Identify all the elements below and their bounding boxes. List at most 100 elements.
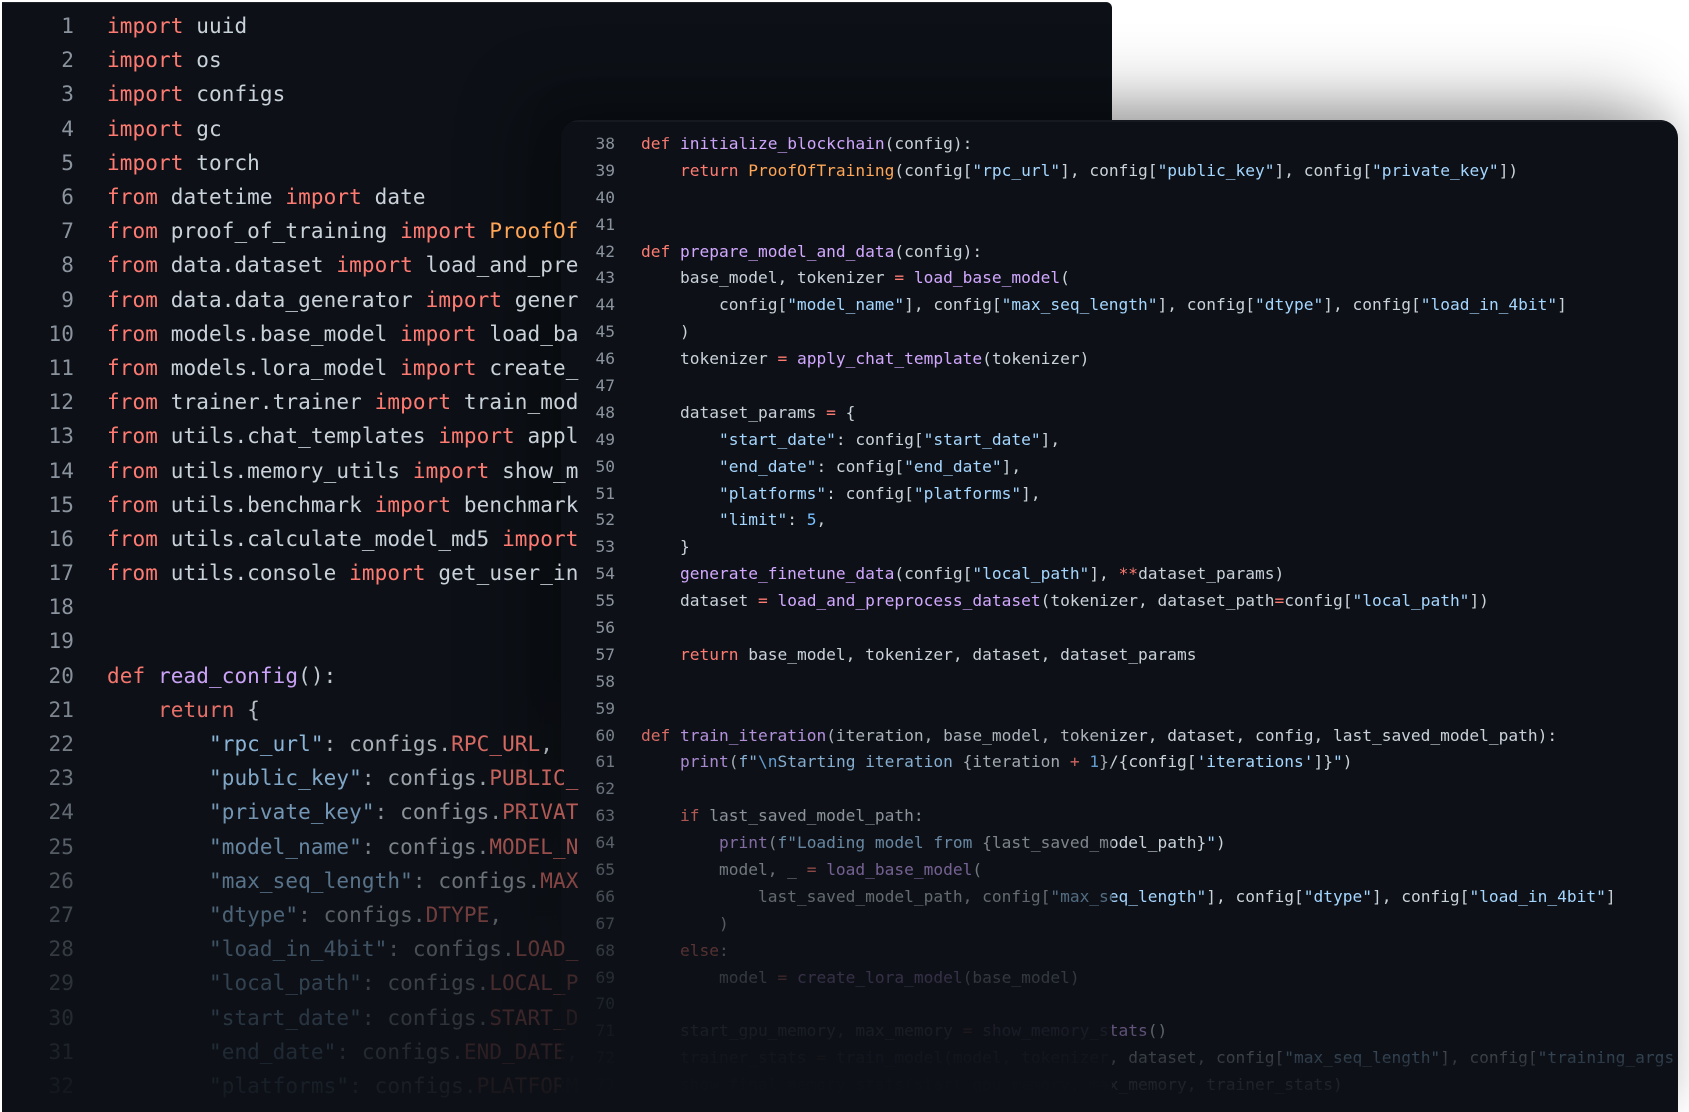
back-editor-code-token: utils.calculate_model_md5	[157, 526, 503, 551]
front-editor-code-token: "max_seq_length"	[1001, 295, 1158, 315]
front-editor-code-token: dataset	[641, 591, 758, 611]
front-editor-code-token: "dtype"	[1303, 886, 1372, 906]
back-editor-line-number: 15	[48, 492, 74, 517]
front-editor-line-number: 45	[595, 322, 616, 342]
front-editor-code-token: else	[679, 940, 719, 960]
front-editor-code-token: generate_finetune_data	[679, 564, 895, 584]
front-editor-code-text: }	[641, 537, 1678, 556]
back-editor-line-number: 11	[48, 355, 74, 380]
front-editor-code-text: dataset = load_and_preprocess_dataset(to…	[641, 591, 1678, 610]
back-editor-code-token: import	[374, 492, 452, 517]
front-editor-code-token: "max_seq_length"	[1050, 886, 1207, 906]
back-editor-line-number: 2	[61, 48, 74, 73]
front-editor-code-line: 47	[561, 372, 1678, 399]
back-editor-code-token: import	[425, 287, 503, 312]
front-editor-code-token: Starting iteration	[777, 752, 963, 772]
front-editor-line-number: 44	[595, 295, 616, 315]
front-editor-line-number: 42	[595, 241, 616, 261]
front-editor-code-text: "limit": 5,	[641, 510, 1678, 529]
front-editor-code-token: ]	[1557, 295, 1567, 315]
front-editor-code-token: "training_args	[1537, 1048, 1675, 1068]
front-editor-code-token: (	[767, 833, 778, 853]
front-editor-code-token: "rpc_url"	[972, 160, 1061, 180]
front-editor-line-number: 53	[595, 537, 616, 557]
back-editor-code-token: RPC_URL	[451, 732, 541, 757]
back-editor-line-number: 3	[61, 82, 74, 107]
back-editor-code-token: from	[107, 355, 158, 380]
front-editor-code-token: ProofOfTraining	[748, 160, 895, 180]
front-editor-code-line: 72 trainer_stats = train_model(model, to…	[561, 1044, 1678, 1071]
front-editor-code-line: 44 config["model_name"], config["max_seq…	[561, 291, 1678, 318]
front-editor-code-line: 57 return base_model, tokenizer, dataset…	[561, 641, 1678, 668]
back-editor-code-token: : configs.	[361, 1005, 490, 1030]
front-editor-code-token: =	[777, 349, 788, 369]
front-editor-code-token: show_final_memory_stats	[679, 1075, 905, 1095]
front-editor-code-token: (base_model)	[962, 967, 1080, 987]
front-editor-code-token: "end_date"	[904, 456, 1002, 476]
back-editor-code-token: from	[107, 526, 158, 551]
front-editor-code-token: ], config[	[1371, 886, 1470, 906]
front-editor-code-line: 45 )	[561, 318, 1678, 345]
back-editor-code-token: def	[107, 663, 146, 688]
front-editor-code-line: 42 def prepare_model_and_data(config):	[561, 238, 1678, 265]
front-editor-line-number: 48	[595, 402, 616, 422]
front-editor-code-text: def prepare_model_and_data(config):	[641, 242, 1678, 261]
front-editor-code-token	[641, 645, 680, 664]
front-editor-line-number: 58	[595, 671, 616, 691]
front-editor-line-number: 64	[595, 833, 616, 853]
front-editor-code-line: 49 "start_date": config["start_date"],	[561, 426, 1678, 453]
front-editor-code-token: ], config[	[1440, 1048, 1538, 1068]
front-editor-code-line: 40	[561, 184, 1678, 211]
back-editor-code-token: : configs.	[361, 766, 490, 791]
back-editor-code-token: "platforms"	[208, 1073, 350, 1098]
back-editor-line-number: 22	[48, 732, 74, 757]
front-editor-code-token: ],	[1089, 564, 1119, 584]
front-editor-code-token	[641, 457, 719, 476]
front-editor-code-token: **	[1118, 564, 1139, 584]
back-editor-code-token: : configs.	[349, 1073, 477, 1098]
front-editor-code-token: base_model, tokenizer, dataset, dataset_…	[738, 644, 1197, 664]
back-editor-code-token: data.data_generator	[157, 287, 426, 312]
front-editor-line-number: 39	[595, 160, 616, 180]
front-editor-code-token	[641, 941, 680, 960]
front-editor-code-token	[816, 860, 826, 879]
front-editor-code-text: "platforms": config["platforms"],	[641, 484, 1678, 503]
front-editor-line-number: 70	[595, 994, 616, 1014]
front-editor-code-token: (	[972, 859, 983, 879]
back-editor-code-token: END_DATE	[463, 1039, 566, 1064]
front-editor-code-token: base_model, tokenizer	[641, 268, 895, 288]
front-editor-code-token: =	[806, 859, 817, 879]
front-editor-code-text: if last_saved_model_path:	[641, 806, 1678, 825]
front-editor-code-line: 58	[561, 668, 1678, 695]
front-editor-code-token: dataset_params	[641, 402, 827, 422]
front-editor-code-token: config[	[641, 295, 788, 315]
front-editor-line-number: 61	[595, 752, 616, 772]
front-editor-code-text: tokenizer = apply_chat_template(tokenize…	[641, 349, 1678, 368]
front-editor-code-line: 56	[561, 614, 1678, 641]
back-editor-code-token: utils.console	[157, 561, 350, 586]
front-editor-code-token: (	[1060, 268, 1070, 288]
front-editor-code-line: 50 "end_date": config["end_date"],	[561, 453, 1678, 480]
front-editor-code-line: 61 print(f"\nStarting iteration {iterati…	[561, 748, 1678, 775]
back-editor-code-token: "dtype"	[208, 902, 299, 927]
back-editor-code-token: "model_name"	[208, 834, 362, 859]
front-editor-code-token: ()	[1147, 1021, 1168, 1041]
back-editor-code-token	[107, 732, 209, 756]
back-editor-code-token: benchmark	[451, 492, 579, 517]
front-editor-code-text: start_gpu_memory, max_memory = show_memo…	[641, 1021, 1678, 1040]
front-editor-code-token	[641, 510, 719, 529]
back-editor-code-token	[107, 869, 209, 893]
back-editor-code-token: utils.chat_templates	[157, 424, 439, 449]
back-editor-code-token: {	[234, 697, 260, 722]
back-editor-code-token: uuid	[183, 14, 248, 39]
back-editor-line-number: 1	[61, 14, 74, 39]
front-editor-code-token: =	[962, 1021, 973, 1041]
back-editor-line-number: 26	[48, 868, 74, 893]
front-editor-code-token: ], config[	[1206, 886, 1304, 906]
front-editor-code-token	[1080, 752, 1090, 771]
front-editor-line-number: 52	[595, 510, 616, 530]
back-editor-code-token	[107, 835, 209, 859]
back-editor-code-token: import	[107, 48, 184, 73]
front-editor-code-line: 43 base_model, tokenizer = load_base_mod…	[561, 264, 1678, 291]
front-editor-line-number: 50	[595, 456, 616, 476]
